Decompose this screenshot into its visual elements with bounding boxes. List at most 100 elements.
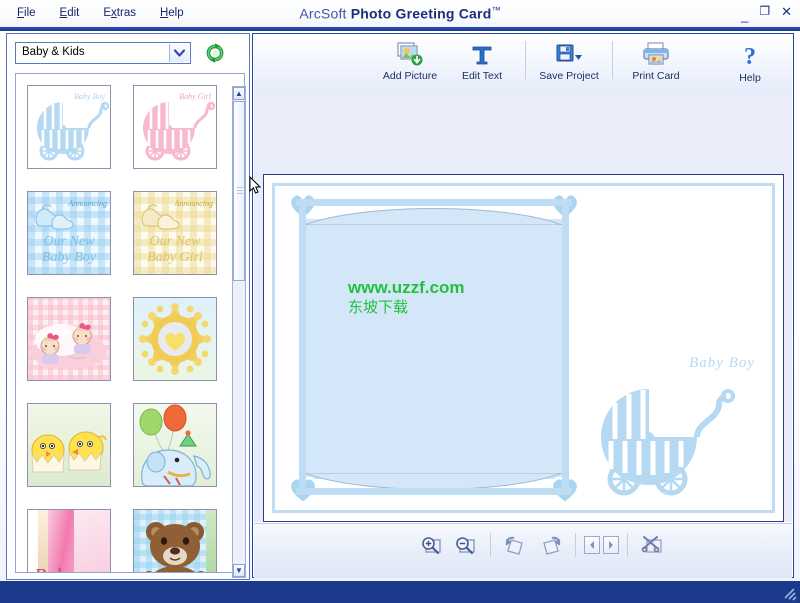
panel-top-curve (304, 208, 562, 225)
category-selector-row: Baby & Kids (15, 42, 243, 68)
next-page-button[interactable] (603, 536, 619, 554)
list-item[interactable]: Baby Girl (122, 74, 228, 180)
toolbar-divider (490, 533, 491, 557)
menu-item-help[interactable]: Help (157, 6, 187, 20)
status-bar (0, 581, 800, 603)
edit-text-button[interactable]: Edit Text (446, 39, 518, 82)
save-project-button[interactable]: Save Project (533, 39, 605, 82)
scroll-down-icon[interactable]: ▼ (233, 564, 245, 577)
watermark-url: www.uzzf.com (348, 278, 465, 297)
save-project-icon (554, 41, 584, 67)
frame-rail-right (562, 199, 569, 495)
list-item[interactable] (16, 392, 122, 498)
save-project-label: Save Project (539, 70, 599, 82)
card-right-page[interactable]: Baby Boy (591, 349, 761, 499)
zoom-in-button[interactable] (414, 532, 448, 558)
toolbar-divider (612, 41, 613, 79)
list-item[interactable]: Baby (16, 498, 122, 572)
template-two-babies-pink[interactable] (27, 297, 111, 381)
template-baby-boy-carriage[interactable]: Baby Boy (27, 85, 111, 169)
template-announcing-baby-girl[interactable]: Announcing Our New Baby Girl (133, 191, 217, 275)
edit-text-label: Edit Text (461, 70, 503, 82)
title-product: Photo Greeting Card (350, 5, 492, 22)
menu-item-edit[interactable]: Edit (57, 6, 83, 20)
template-sun-with-heart[interactable] (133, 297, 217, 381)
teddy-bear-illustration (145, 522, 205, 572)
resize-grip-icon[interactable] (781, 585, 797, 601)
template-baby-girl-carriage[interactable]: Baby Girl (133, 85, 217, 169)
template-thumbnail-list[interactable]: Baby Boy Baby Girl Announcing Our New Ba… (15, 73, 245, 573)
greeting-card[interactable]: www.uzzf.com 东坡下载 Baby Boy (263, 174, 784, 522)
toolbar-divider (525, 41, 526, 79)
print-card-button[interactable]: Print Card (620, 39, 692, 82)
add-picture-label: Add Picture (382, 70, 438, 82)
chevron-down-icon[interactable] (169, 44, 189, 62)
template-label: Baby Girl (179, 92, 211, 101)
application-window: File Edit Extras Help ArcSoft Photo Gree… (0, 0, 800, 603)
category-dropdown-value: Baby & Kids (22, 46, 85, 58)
rotate-right-button[interactable] (533, 532, 567, 558)
title-divider (0, 27, 800, 31)
template-label-line2: Our New (149, 234, 201, 249)
frame-rail-bottom (296, 488, 572, 495)
scrollbar-thumb[interactable] (233, 101, 245, 281)
help-question-icon: ? (739, 43, 761, 69)
refresh-icon[interactable] (203, 41, 229, 65)
template-label-line1: Announcing (68, 199, 107, 208)
zoom-out-icon (456, 537, 475, 555)
print-card-icon (641, 41, 671, 67)
delete-object-button[interactable] (636, 532, 670, 558)
photo-placeholder[interactable]: www.uzzf.com 东坡下载 (304, 208, 562, 490)
zoom-out-button[interactable] (448, 532, 482, 558)
template-yellow-chicks[interactable] (27, 403, 111, 487)
help-button[interactable]: ? Help (722, 41, 778, 84)
scissors-delete-icon (641, 536, 662, 553)
template-browser-panel: Baby & Kids Baby Boy Baby Girl Announcin… (6, 33, 250, 580)
rotate-left-button[interactable] (499, 532, 533, 558)
template-teddy-bear[interactable] (133, 509, 217, 572)
list-item[interactable] (122, 392, 228, 498)
template-party-elephant[interactable] (133, 403, 217, 487)
edit-text-icon (469, 41, 495, 67)
menu-item-file[interactable]: File (14, 6, 39, 20)
watermark: www.uzzf.com 东坡下载 (348, 277, 465, 317)
template-announcing-baby-boy[interactable]: Announcing Our New Baby Boy (27, 191, 111, 275)
add-picture-icon (397, 41, 423, 67)
list-item[interactable]: Announcing Our New Baby Girl (122, 180, 228, 286)
chicks-illustration (31, 431, 107, 473)
list-item[interactable] (122, 498, 228, 572)
list-item[interactable]: Announcing Our New Baby Boy (16, 180, 122, 286)
title-bar: File Edit Extras Help ArcSoft Photo Gree… (0, 0, 800, 28)
editor-panel: Add Picture Edit Text Save Project Print… (252, 33, 794, 578)
category-dropdown[interactable]: Baby & Kids (15, 42, 191, 64)
previous-page-button[interactable] (584, 536, 600, 554)
rotate-left-icon (505, 536, 523, 555)
list-item[interactable]: Baby Boy (16, 74, 122, 180)
pink-panel (74, 510, 110, 572)
scroll-up-icon[interactable]: ▲ (233, 87, 245, 100)
chevron-left-icon (590, 541, 594, 549)
frame-rail-top (296, 199, 572, 206)
list-item[interactable] (122, 286, 228, 392)
template-label-line2: Our New (43, 234, 95, 249)
title-trademark: ™ (491, 5, 501, 15)
card-canvas[interactable]: www.uzzf.com 东坡下载 Baby Boy (254, 90, 792, 522)
close-icon[interactable]: ✕ (781, 5, 792, 18)
chevron-right-icon (609, 541, 613, 549)
list-item[interactable] (16, 286, 122, 392)
minimize-icon[interactable]: _ (741, 9, 748, 22)
template-label: Baby Boy (74, 92, 105, 101)
template-baby-pink-curtain[interactable]: Baby (27, 509, 111, 572)
svg-text:?: ? (744, 44, 756, 69)
add-picture-button[interactable]: Add Picture (374, 39, 446, 82)
elephant-balloons-illustration (139, 404, 211, 486)
zoom-in-icon (422, 537, 441, 555)
maximize-icon[interactable]: ❐ (759, 5, 770, 18)
menu-item-extras[interactable]: Extras (100, 6, 139, 20)
sun-heart-icon (139, 303, 211, 375)
scrollbar-grip-icon (237, 187, 243, 195)
card-left-page[interactable]: www.uzzf.com 东坡下载 (288, 192, 580, 505)
beige-stripe (38, 510, 48, 572)
babies-illustration (31, 323, 107, 369)
template-list-scrollbar[interactable]: ▲ ▼ (232, 86, 246, 578)
